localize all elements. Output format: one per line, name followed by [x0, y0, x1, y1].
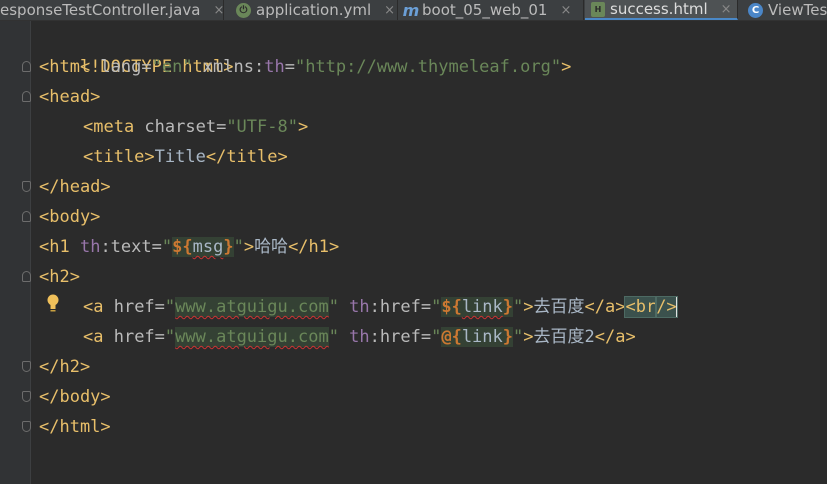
code-line: <head>	[39, 87, 101, 107]
code-line-current: <a href="www.atguigu.com" th:href="${lin…	[83, 296, 678, 318]
code-line: </body>	[39, 387, 111, 407]
code-line: <body>	[39, 207, 101, 227]
tab-label: success.html	[610, 0, 708, 18]
spring-icon: ⏻	[236, 2, 251, 18]
close-icon[interactable]: ×	[213, 3, 224, 18]
code-line: <meta charset="UTF-8">	[83, 117, 309, 137]
tab-success-html[interactable]: H success.html ×	[585, 0, 738, 20]
tab-label: boot_05_web_01	[422, 1, 548, 19]
tab-label: application.yml	[256, 1, 372, 19]
fold-marker-icon[interactable]	[22, 61, 31, 72]
close-icon[interactable]: ×	[560, 3, 571, 18]
maven-module-icon: m	[402, 0, 420, 20]
text-cursor	[675, 297, 678, 317]
code-line: <!DOCTYPE html>	[39, 22, 234, 77]
tab-application-yml[interactable]: ⏻ application.yml ×	[230, 0, 398, 20]
code-line: </head>	[39, 177, 111, 197]
fold-marker-icon[interactable]	[22, 211, 31, 222]
fold-marker-icon[interactable]	[22, 271, 31, 282]
tab-view-test[interactable]: C ViewTes	[742, 0, 827, 20]
fold-marker-icon[interactable]	[22, 91, 31, 102]
code-line: <html lang="en" xmlns:th="http://www.thy…	[39, 57, 572, 77]
fold-marker-icon[interactable]	[22, 361, 31, 372]
code-line: </h2>	[39, 357, 91, 377]
editor-tab-bar: esponseTestController.java × ⏻ applicati…	[0, 0, 827, 21]
code-editor[interactable]: <!DOCTYPE html> <html lang="en" xmlns:th…	[31, 21, 827, 484]
tab-boot-05-web-01[interactable]: m boot_05_web_01 ×	[399, 0, 584, 20]
fold-marker-icon[interactable]	[22, 391, 31, 402]
close-icon[interactable]: ×	[721, 2, 732, 17]
code-line: <title>Title</title>	[83, 147, 288, 167]
tab-label: ViewTes	[768, 1, 827, 19]
code-line: <h2>	[39, 267, 80, 287]
class-c-icon: C	[748, 2, 763, 18]
code-line: </html>	[39, 417, 111, 437]
close-icon[interactable]: ×	[384, 3, 395, 18]
code-line: <a href="www.atguigu.com" th:href="@{lin…	[83, 327, 636, 347]
html-file-icon: H	[591, 1, 605, 17]
tab-response-test-controller[interactable]: esponseTestController.java ×	[0, 0, 224, 20]
tab-label: esponseTestController.java	[0, 1, 201, 19]
fold-marker-icon[interactable]	[22, 421, 31, 432]
code-line: <h1 th:text="${msg}">哈哈</h1>	[39, 237, 340, 257]
fold-marker-icon[interactable]	[22, 181, 31, 192]
